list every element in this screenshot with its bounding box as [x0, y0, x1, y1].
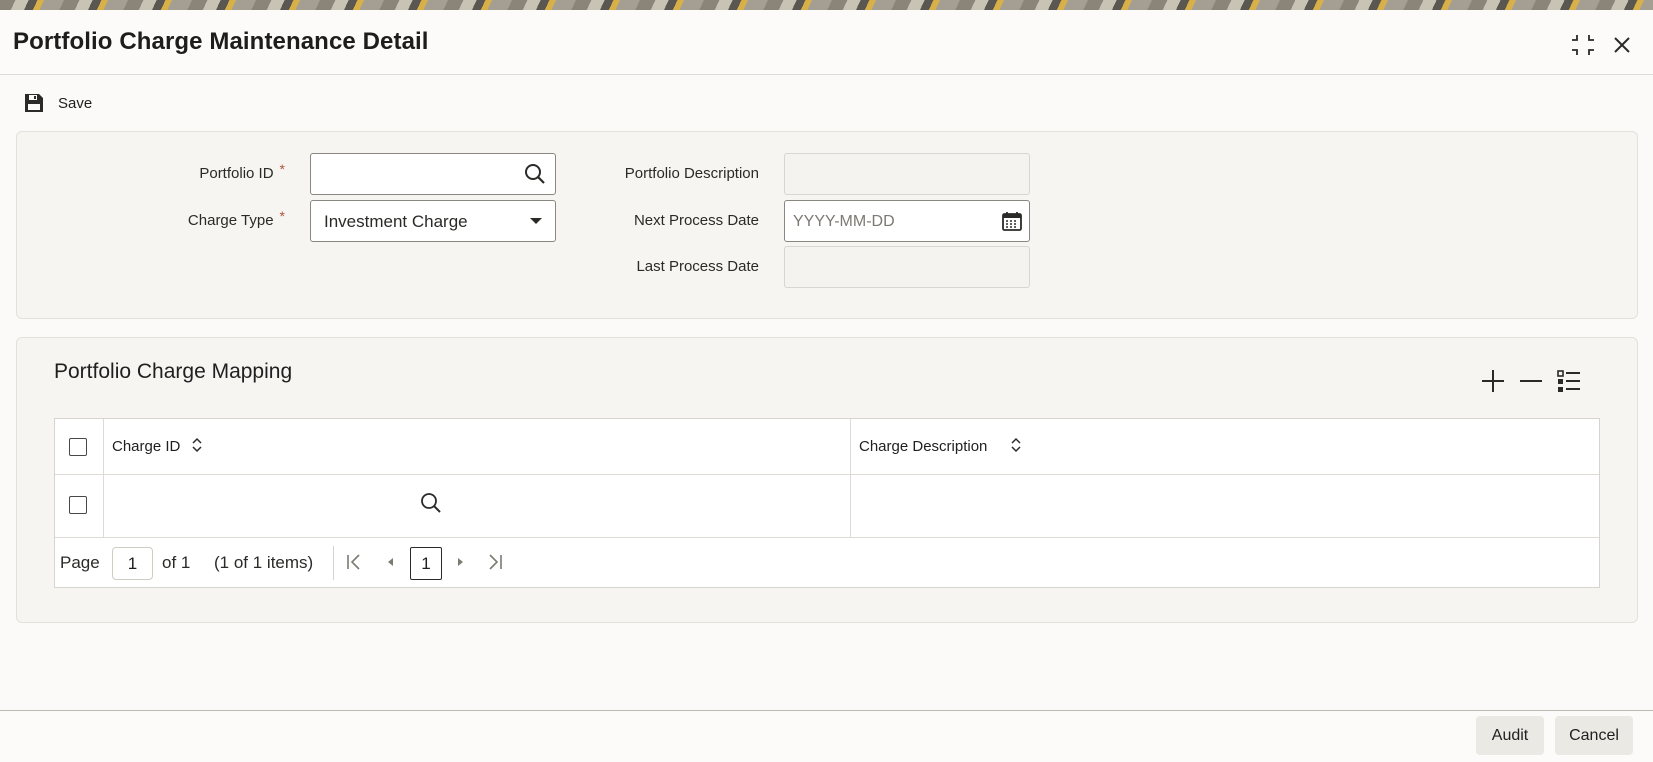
pagination-bar: Page 1 of 1 (1 of 1 items) 1 [55, 538, 1599, 587]
page-title: Portfolio Charge Maintenance Detail [13, 28, 429, 55]
portfolio-description-field [784, 153, 1030, 195]
window-header: Portfolio Charge Maintenance Detail [0, 10, 1653, 75]
portfolio-description-label: Portfolio Description [624, 165, 759, 182]
cancel-button[interactable]: Cancel [1555, 716, 1633, 755]
charge-mapping-table: Charge ID Charge Description Page 1 of 1 [54, 418, 1600, 588]
caret-down-icon [530, 218, 542, 224]
close-icon [1614, 37, 1630, 53]
page-label: Page [60, 553, 100, 572]
charge-type-label: Charge Type * [187, 208, 285, 229]
row-checkbox[interactable] [69, 496, 87, 514]
next-process-date-placeholder: YYYY-MM-DD [793, 213, 895, 230]
first-page-icon[interactable] [345, 553, 363, 571]
portfolio-id-label: Portfolio ID * [199, 161, 285, 182]
column-header-charge-id[interactable]: Charge ID [112, 438, 180, 455]
column-divider [103, 419, 104, 538]
column-divider [850, 419, 851, 538]
next-process-date-label: Next Process Date [633, 212, 759, 229]
required-marker: * [279, 161, 285, 177]
sort-icon[interactable] [191, 436, 203, 454]
last-process-date-label: Last Process Date [636, 258, 759, 275]
current-page-button[interactable]: 1 [410, 547, 442, 580]
sort-icon[interactable] [1010, 436, 1022, 454]
search-icon[interactable] [420, 492, 442, 514]
audit-button[interactable]: Audit [1476, 716, 1544, 755]
maximize-button[interactable] [1568, 30, 1598, 60]
save-label: Save [58, 94, 93, 112]
next-process-date-field[interactable]: YYYY-MM-DD [784, 200, 1030, 242]
header-fields-panel: Portfolio ID * Charge Type * Investment Ch… [16, 131, 1638, 319]
pager-divider [333, 546, 334, 580]
table-row [55, 475, 1599, 538]
last-page-icon[interactable] [486, 553, 504, 571]
save-button[interactable]: Save [22, 88, 92, 118]
calendar-icon[interactable] [1001, 210, 1023, 232]
items-count: (1 of 1 items) [214, 553, 314, 572]
header-banner [0, 0, 1653, 10]
table-header-row: Charge ID Charge Description [55, 419, 1599, 475]
section-title: Portfolio Charge Mapping [54, 360, 293, 383]
close-button[interactable] [1607, 30, 1637, 60]
charge-type-label-text: Charge Type [187, 212, 274, 229]
search-icon[interactable] [524, 163, 546, 185]
maximize-icon [1572, 35, 1594, 55]
floppy-disk-icon [25, 94, 43, 112]
charge-type-select[interactable]: Investment Charge [310, 200, 556, 242]
portfolio-id-field[interactable] [310, 153, 556, 195]
next-page-icon[interactable] [451, 553, 469, 571]
single-record-view-icon[interactable] [1554, 366, 1584, 396]
page-total: of 1 [162, 553, 191, 572]
last-process-date-field [784, 246, 1030, 288]
required-marker: * [279, 208, 285, 224]
charge-type-value: Investment Charge [324, 212, 468, 231]
page-number-input[interactable]: 1 [112, 547, 153, 580]
remove-icon[interactable] [1516, 366, 1546, 396]
select-all-checkbox[interactable] [69, 438, 87, 456]
footer-bar: Audit Cancel [0, 710, 1653, 762]
previous-page-icon[interactable] [382, 553, 400, 571]
portfolio-id-label-text: Portfolio ID [199, 165, 274, 182]
add-icon[interactable] [1478, 366, 1508, 396]
column-header-charge-description[interactable]: Charge Description [859, 438, 987, 455]
portfolio-charge-mapping-panel: Portfolio Charge Mapping Charge ID Charg… [16, 337, 1638, 623]
